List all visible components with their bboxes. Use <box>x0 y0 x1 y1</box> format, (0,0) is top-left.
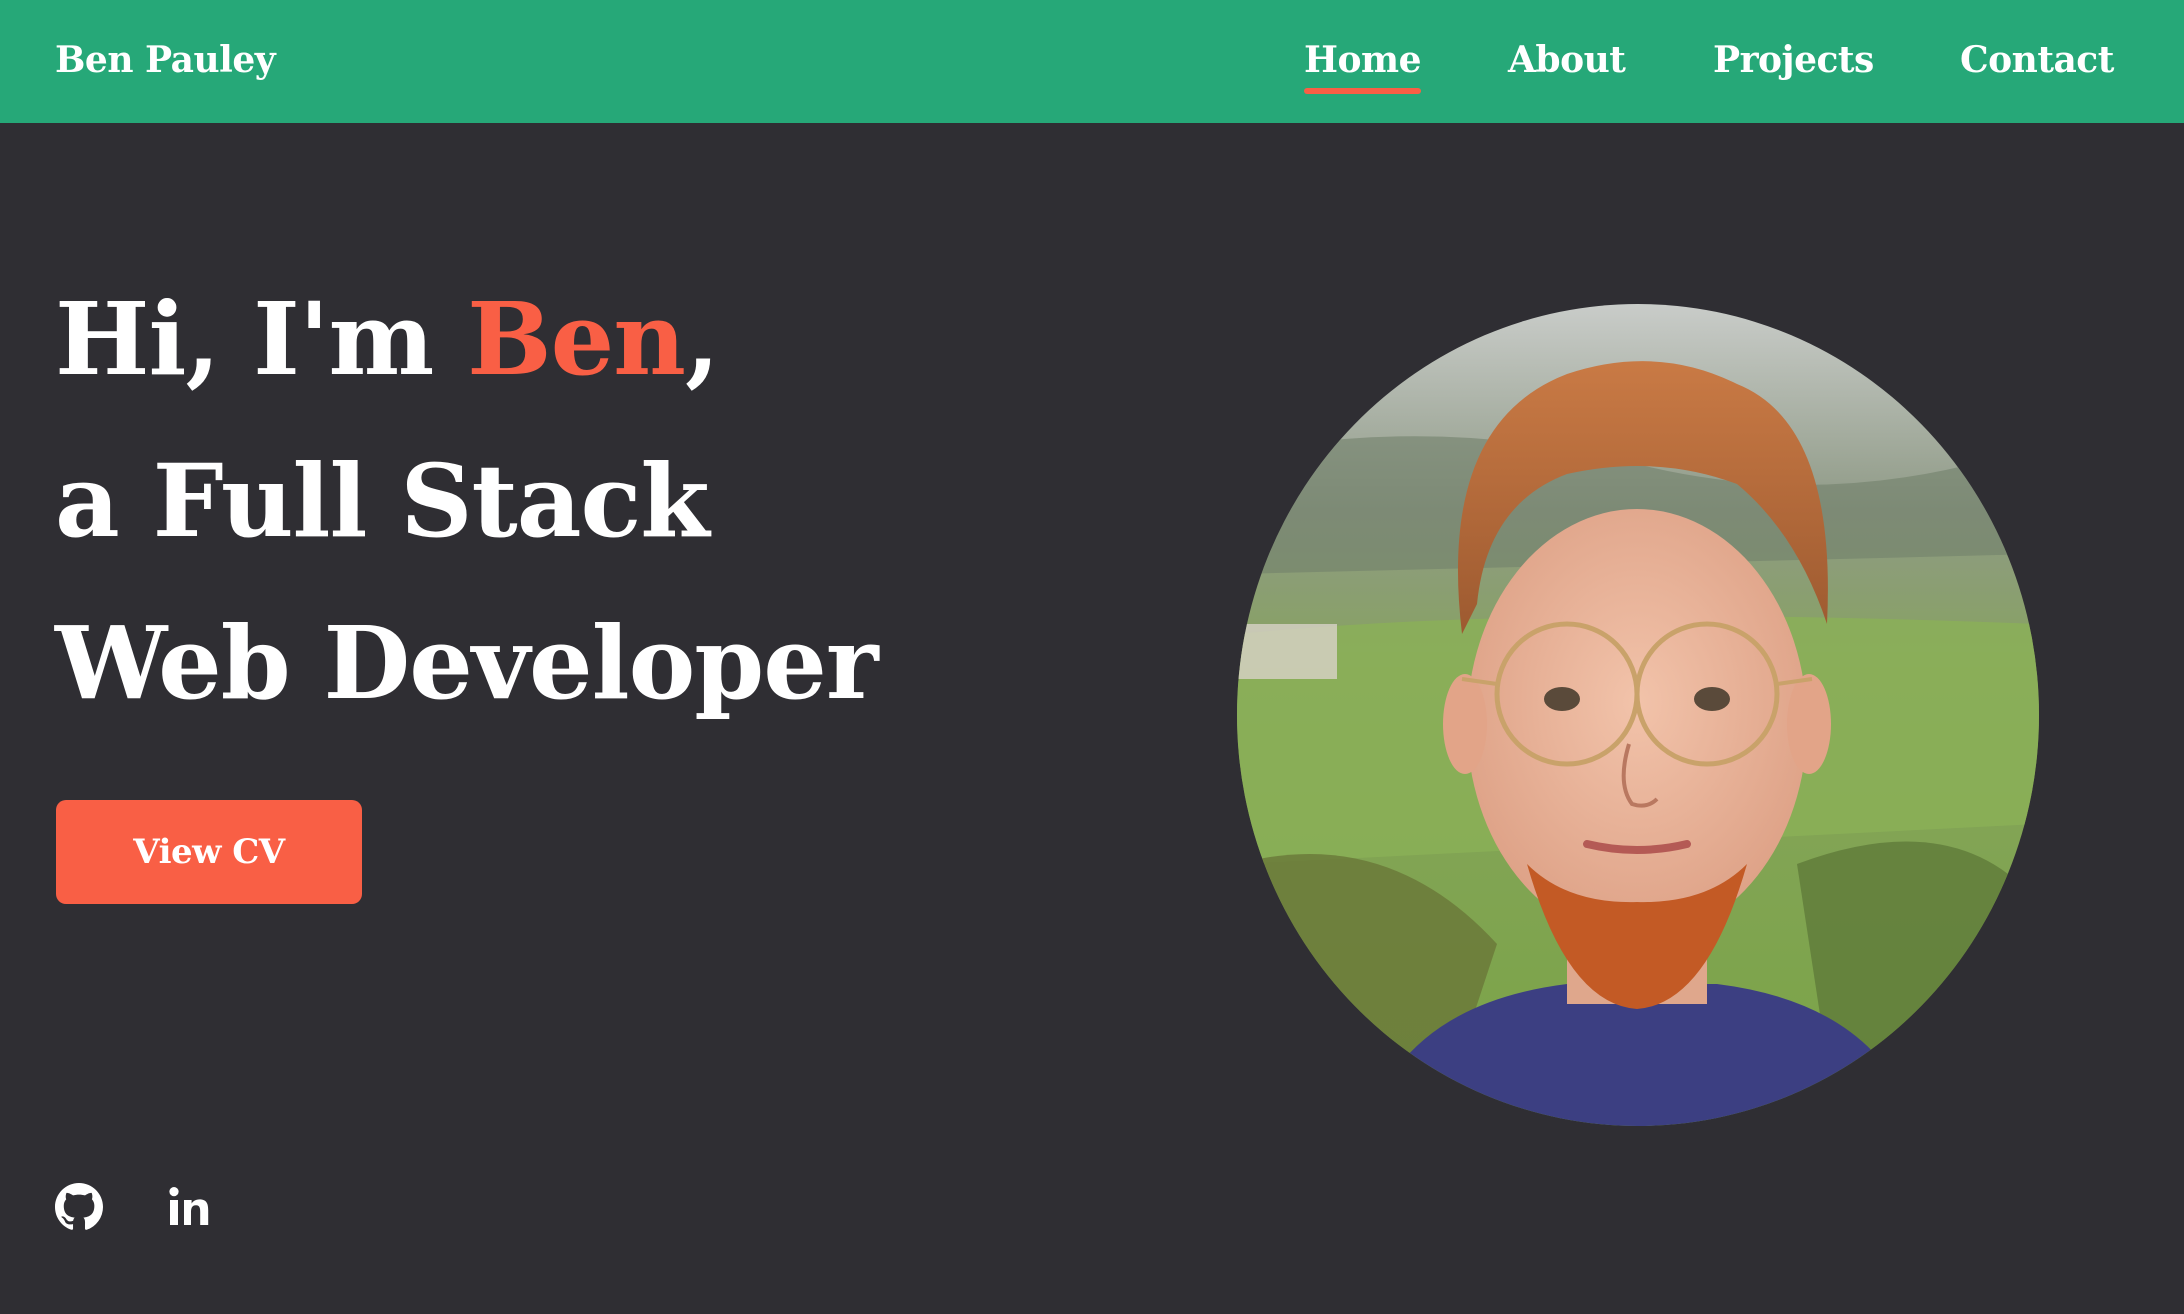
nav-link-contact[interactable]: Contact <box>1960 36 2114 84</box>
github-icon <box>55 1183 103 1230</box>
nav-link-contact-label: Contact <box>1960 39 2114 81</box>
hero-heading: Hi, I'm Ben, a Full Stack Web Developer <box>55 258 878 744</box>
profile-photo <box>1237 304 2039 1126</box>
active-nav-underline <box>1304 88 1422 94</box>
hero-greeting-line: Hi, I'm Ben, <box>55 258 878 420</box>
nav-link-home[interactable]: Home <box>1304 36 1422 94</box>
profile-photo-illustration <box>1237 304 2039 1126</box>
nav-link-projects[interactable]: Projects <box>1713 36 1874 84</box>
view-cv-button[interactable]: View CV <box>56 800 362 904</box>
hero-role-line-1: a Full Stack <box>55 442 710 560</box>
hero-name: Ben <box>467 280 686 398</box>
linkedin-link[interactable] <box>166 1183 214 1231</box>
hero-role-line-2: Web Developer <box>55 604 878 722</box>
linkedin-icon <box>169 1187 209 1225</box>
hero-greeting-suffix: , <box>684 280 720 398</box>
github-link[interactable] <box>55 1183 103 1231</box>
hero-greeting-prefix: Hi, I'm <box>55 280 468 398</box>
brand-logo-link[interactable]: Ben Pauley <box>55 36 276 84</box>
nav-link-about-label: About <box>1508 39 1626 81</box>
navbar: Ben Pauley Home About Projects Contact <box>0 0 2184 123</box>
nav-link-about[interactable]: About <box>1508 36 1626 84</box>
nav-link-projects-label: Projects <box>1713 39 1874 81</box>
nav-link-home-label: Home <box>1304 39 1422 81</box>
